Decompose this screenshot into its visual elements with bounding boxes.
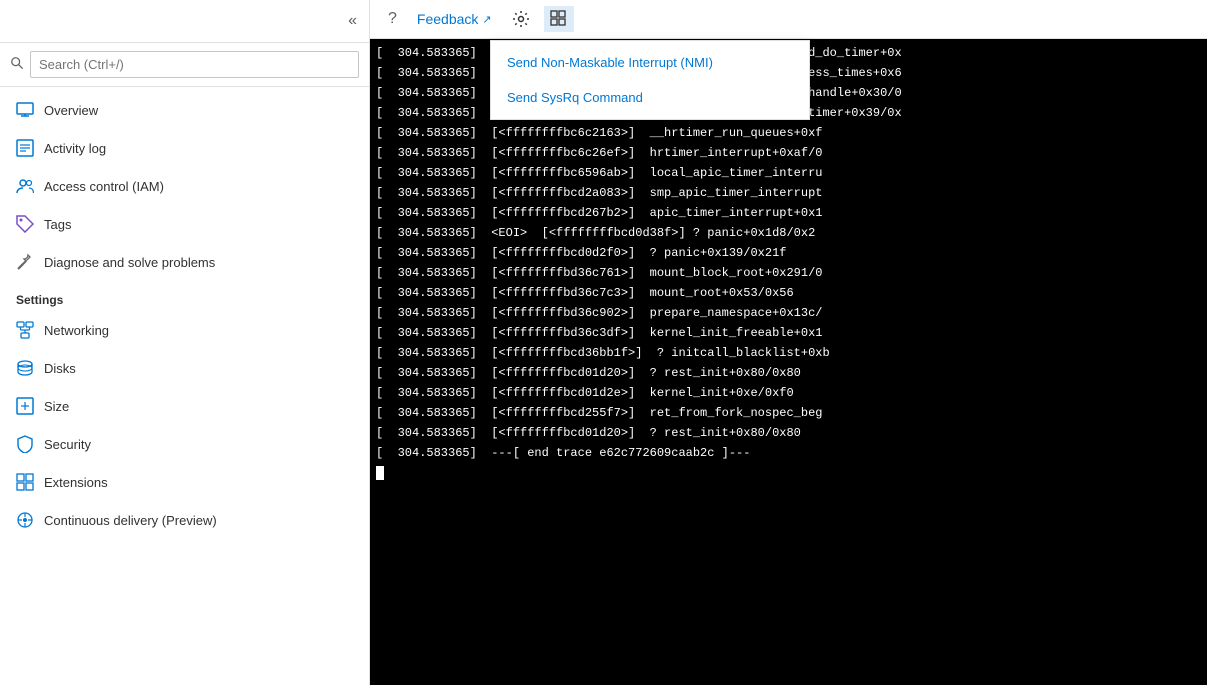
sidebar-item-label-overview: Overview bbox=[44, 103, 98, 118]
gear-icon bbox=[512, 10, 530, 28]
sidebar-item-label-diagnose: Diagnose and solve problems bbox=[44, 255, 215, 270]
sidebar-item-label-networking: Networking bbox=[44, 323, 109, 338]
console-line: [ 304.583365] <EOI> [<ffffffffbcd0d38f>]… bbox=[370, 223, 1207, 243]
console-line: [ 304.583365] [<ffffffffbd36c761>] mount… bbox=[370, 263, 1207, 283]
size-icon bbox=[16, 397, 34, 415]
sidebar-item-label-size: Size bbox=[44, 399, 69, 414]
sidebar-item-continuous-delivery[interactable]: Continuous delivery (Preview) bbox=[0, 501, 369, 539]
search-box bbox=[0, 43, 369, 87]
main-area: ? Feedback ↗ Send Non-Maskable Interrupt… bbox=[370, 0, 1207, 685]
console-line: [ 304.583365] [<ffffffffbcd267b2>] apic_… bbox=[370, 203, 1207, 223]
sidebar-item-diagnose[interactable]: Diagnose and solve problems bbox=[0, 243, 369, 281]
question-mark-icon: ? bbox=[388, 10, 397, 28]
wrench-icon bbox=[16, 253, 34, 271]
sidebar-item-networking[interactable]: Networking bbox=[0, 311, 369, 349]
sidebar-item-activity-log[interactable]: Activity log bbox=[0, 129, 369, 167]
dropdown-item-nmi[interactable]: Send Non-Maskable Interrupt (NMI) bbox=[491, 45, 809, 80]
sidebar-item-label-disks: Disks bbox=[44, 361, 76, 376]
disks-icon bbox=[16, 359, 34, 377]
sidebar-item-extensions[interactable]: Extensions bbox=[0, 463, 369, 501]
collapse-sidebar-button[interactable]: « bbox=[340, 4, 365, 38]
external-link-icon: ↗ bbox=[482, 13, 491, 26]
tag-icon bbox=[16, 215, 34, 233]
toolbar: ? Feedback ↗ Send Non-Maskable Interrupt… bbox=[370, 0, 1207, 39]
grid-button[interactable] bbox=[544, 6, 574, 32]
console-line: [ 304.583365] [<ffffffffbcd36bb1f>] ? in… bbox=[370, 343, 1207, 363]
console-cursor bbox=[376, 466, 384, 480]
dropdown-item-sysrq[interactable]: Send SysRq Command bbox=[491, 80, 809, 115]
console-line: [ 304.583365] [<ffffffffbcd2a083>] smp_a… bbox=[370, 183, 1207, 203]
settings-section-label: Settings bbox=[0, 281, 369, 311]
sidebar-item-size[interactable]: Size bbox=[0, 387, 369, 425]
grid-icon bbox=[550, 10, 568, 28]
dropdown-menu: Send Non-Maskable Interrupt (NMI) Send S… bbox=[490, 40, 810, 120]
console-line: [ 304.583365] [<ffffffffbcd0d2f0>] ? pan… bbox=[370, 243, 1207, 263]
settings-button[interactable] bbox=[506, 6, 536, 32]
networking-icon bbox=[16, 321, 34, 339]
sidebar-item-iam[interactable]: Access control (IAM) bbox=[0, 167, 369, 205]
sidebar-item-label-security: Security bbox=[44, 437, 91, 452]
search-input[interactable] bbox=[30, 51, 359, 78]
list-icon bbox=[16, 139, 34, 157]
console-line: [ 304.583365] [<ffffffffbcd255f7>] ret_f… bbox=[370, 403, 1207, 423]
console-line: [ 304.583365] [<ffffffffbd36c7c3>] mount… bbox=[370, 283, 1207, 303]
help-button[interactable]: ? bbox=[382, 6, 403, 32]
people-icon bbox=[16, 177, 34, 195]
console-line: [ 304.583365] [<ffffffffbd36c3df>] kerne… bbox=[370, 323, 1207, 343]
sidebar-header: « bbox=[0, 0, 369, 43]
sidebar-item-overview[interactable]: Overview bbox=[0, 91, 369, 129]
console-line: [ 304.583365] [<ffffffffbcd01d20>] ? res… bbox=[370, 423, 1207, 443]
sidebar-item-label-cd: Continuous delivery (Preview) bbox=[44, 513, 217, 528]
extensions-icon bbox=[16, 473, 34, 491]
cd-icon bbox=[16, 511, 34, 529]
console-line: [ 304.583365] [<ffffffffbc6c26ef>] hrtim… bbox=[370, 143, 1207, 163]
sidebar-item-security[interactable]: Security bbox=[0, 425, 369, 463]
console-output[interactable]: [ 304.583365] [< ned_do_timer+0x [ 304.5… bbox=[370, 39, 1207, 685]
console-line: [ 304.583365] [<ffffffffbcd01d20>] ? res… bbox=[370, 363, 1207, 383]
monitor-icon bbox=[16, 101, 34, 119]
sidebar: « Overview Activity log Access control bbox=[0, 0, 370, 685]
feedback-label: Feedback bbox=[417, 11, 478, 27]
sidebar-item-label-activity-log: Activity log bbox=[44, 141, 106, 156]
sidebar-item-tags[interactable]: Tags bbox=[0, 205, 369, 243]
sidebar-item-label-iam: Access control (IAM) bbox=[44, 179, 164, 194]
console-line: [ 304.583365] [<ffffffffbc6c2163>] __hrt… bbox=[370, 123, 1207, 143]
security-icon bbox=[16, 435, 34, 453]
sidebar-item-disks[interactable]: Disks bbox=[0, 349, 369, 387]
sidebar-item-label-extensions: Extensions bbox=[44, 475, 108, 490]
search-icon bbox=[10, 56, 24, 73]
sidebar-nav: Overview Activity log Access control (IA… bbox=[0, 87, 369, 543]
console-cursor-line bbox=[370, 463, 1207, 483]
console-line: [ 304.583365] [<ffffffffbd36c902>] prepa… bbox=[370, 303, 1207, 323]
console-line: [ 304.583365] [<ffffffffbcd01d2e>] kerne… bbox=[370, 383, 1207, 403]
console-line: [ 304.583365] ---[ end trace e62c772609c… bbox=[370, 443, 1207, 463]
console-line: [ 304.583365] [<ffffffffbc6596ab>] local… bbox=[370, 163, 1207, 183]
feedback-button[interactable]: Feedback ↗ bbox=[411, 7, 498, 31]
sidebar-item-label-tags: Tags bbox=[44, 217, 71, 232]
